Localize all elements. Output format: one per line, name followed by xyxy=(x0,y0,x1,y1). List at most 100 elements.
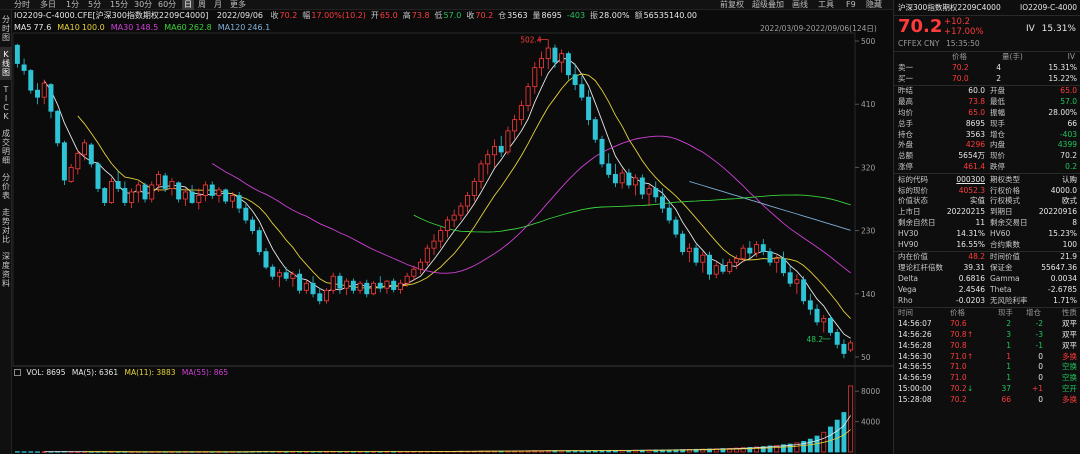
trade-arrow-icon: ↑ xyxy=(967,351,974,361)
candle-body xyxy=(75,152,81,170)
greek-key: 保证金 xyxy=(990,263,1013,273)
candle-body xyxy=(733,258,739,263)
candle-body xyxy=(787,272,793,284)
trade-oi-change: 0 xyxy=(1038,394,1043,404)
trade-price: 70.2 xyxy=(950,394,967,404)
stat-value: 57.0 xyxy=(1060,97,1077,107)
exchange: CFFEX xyxy=(898,39,922,48)
trade-row: 14:56:26 70.8 ↑ 3 -3 双平 xyxy=(894,330,1080,341)
greek-key: Delta xyxy=(898,274,919,283)
contract-key: 期权类型 xyxy=(990,174,1020,184)
stat-value: 65.0 xyxy=(968,108,985,117)
candle-body xyxy=(491,145,497,156)
trade-volume: 1 xyxy=(1006,351,1011,361)
order-book-header: 价格 量(手) IV xyxy=(894,52,1080,63)
candle-body xyxy=(525,86,531,107)
trade-col-header: 增仓 xyxy=(1026,308,1041,318)
candle-body xyxy=(404,275,410,284)
trade-price: 71.0 xyxy=(950,351,967,361)
contract-row: 标的现价 4052.3 行权价格 4000.0 xyxy=(894,186,1080,197)
order-qty: 4 xyxy=(996,62,1001,72)
trade-row: 14:56:28 70.8 1 -1 双平 xyxy=(894,341,1080,352)
contract-key: 标的代码 xyxy=(898,174,928,184)
candle-body xyxy=(572,74,578,85)
stat-value: 70.2 xyxy=(1060,151,1077,161)
candle-body xyxy=(283,272,289,279)
trade-volume: 2 xyxy=(1006,319,1011,329)
stat-value: 4399 xyxy=(1057,140,1077,150)
volume-bar xyxy=(28,451,34,453)
y-tick-label: 320 xyxy=(861,163,876,172)
candle-body xyxy=(418,261,424,270)
greek-key: 理论杠杆倍数 xyxy=(898,263,943,273)
candle-body xyxy=(673,219,679,235)
trade-arrow-icon: ↑ xyxy=(967,330,974,339)
candle-body xyxy=(633,177,639,186)
trade-type: 双平 xyxy=(1062,330,1077,339)
contract-key: HV30 xyxy=(898,228,919,238)
candle-body xyxy=(182,191,188,200)
contract-key: 剩余交易日 xyxy=(990,218,1028,227)
y-tick-label: 230 xyxy=(861,227,876,236)
greek-key: 无风险利率 xyxy=(990,295,1028,305)
candle-body xyxy=(88,144,94,165)
candle-body xyxy=(330,275,336,291)
contract-value: 4000.0 xyxy=(1050,185,1077,195)
greek-key: Theta xyxy=(990,284,1012,294)
kline-chart[interactable]: 500 410 320 230 140 50 8000 4000 502.4 48.2 xyxy=(0,0,893,454)
candle-body xyxy=(364,282,370,295)
candle-body xyxy=(115,181,121,189)
candle-body xyxy=(14,44,20,64)
candle-body xyxy=(323,289,329,302)
candle-body xyxy=(780,258,786,274)
contract-row: 价值状态 实值 行权模式 欧式 xyxy=(894,196,1080,207)
candle-body xyxy=(135,184,141,193)
last-price: 70.2 xyxy=(898,16,943,37)
stat-key: 总手 xyxy=(898,118,913,128)
candle-body xyxy=(686,247,692,253)
greek-key: Vega xyxy=(898,284,917,294)
trade-price: 71.0 xyxy=(950,362,967,372)
greek-value: 1.71% xyxy=(1053,295,1077,305)
volume-ma55: MA(55): 865 xyxy=(181,368,229,377)
vol-ma5-line xyxy=(44,415,851,453)
volume-toggle-icon[interactable] xyxy=(14,369,21,376)
greek-value: 2.4546 xyxy=(958,284,985,294)
candle-body xyxy=(149,184,155,200)
exchange-row: CFFEX CNY 15:35:50 xyxy=(894,39,1080,50)
candle-body xyxy=(61,142,67,181)
candle-body xyxy=(189,191,195,203)
candle-body xyxy=(276,272,282,277)
trade-price: 70.8 xyxy=(950,330,967,339)
candle-body xyxy=(552,47,558,63)
contract-row: 标的代码 000300 期权类型 认购 xyxy=(894,175,1080,186)
candle-body xyxy=(28,70,34,91)
panel-contract-code: IO2209-C-4000 xyxy=(1020,3,1077,12)
trade-volume: 1 xyxy=(1006,362,1011,372)
candle-body xyxy=(592,119,598,140)
candle-body xyxy=(444,219,450,231)
y-tick-label: 140 xyxy=(861,290,876,299)
volume-bar xyxy=(14,451,20,453)
order-iv: 15.31% xyxy=(1048,62,1077,72)
candle-body xyxy=(754,244,760,254)
candle-body xyxy=(659,196,665,209)
iv-label: IV xyxy=(1026,24,1035,34)
stat-value: 73.8 xyxy=(968,97,985,107)
trade-time: 14:56:28 xyxy=(898,340,932,350)
candle-body xyxy=(297,273,303,291)
candle-body xyxy=(498,145,504,153)
greek-value: 0.0034 xyxy=(1050,274,1077,283)
trade-volume: 66 xyxy=(1001,394,1011,404)
stat-key: 现价 xyxy=(990,151,1005,161)
stat-row: 外盘 4296 内盘 4399 xyxy=(894,140,1080,151)
contract-value: 20220215 xyxy=(946,207,985,217)
candle-body xyxy=(256,230,262,253)
candle-body xyxy=(539,58,545,69)
ma60-line xyxy=(413,194,851,233)
stat-key: 总额 xyxy=(898,151,913,161)
stat-key: 内盘 xyxy=(990,140,1005,150)
stat-key: 昨结 xyxy=(898,86,913,96)
volume-bar xyxy=(828,426,833,453)
order-qty: 2 xyxy=(996,73,1001,83)
